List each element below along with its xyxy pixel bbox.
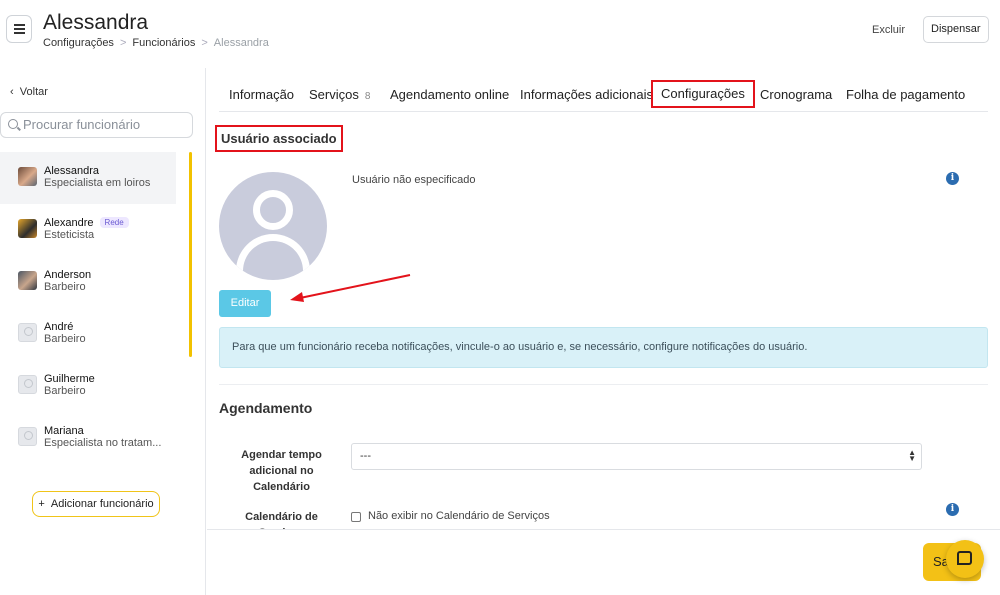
select-caret-icon: ▲ ▼ [908,448,916,463]
employee-name: Guilherme [44,373,95,385]
list-item[interactable]: Alessandra Especialista em loiros [0,152,176,204]
employee-sidebar: ‹ Voltar Procurar funcionário Alessandra… [0,68,206,595]
network-badge: Rede [99,217,129,228]
notification-alert: Para que um funcionário receba notificaç… [219,327,988,368]
employee-name: Alessandra [44,165,100,177]
chevron-left-icon: ‹ [10,86,14,98]
extra-time-value: --- [360,450,371,462]
delete-button[interactable]: Excluir [872,17,905,43]
employee-list: Alessandra Especialista em loiros Alexan… [0,152,190,464]
tab-services[interactable]: Serviços 8 [309,82,370,110]
list-item[interactable]: Guilherme Barbeiro [0,360,176,412]
user-status-text: Usuário não especificado [352,174,476,186]
avatar [18,219,37,238]
employee-role: Barbeiro [44,333,86,345]
search-icon [8,119,18,129]
search-input[interactable]: Procurar funcionário [0,112,193,138]
extra-time-label: Agendar tempo adicional no Calendário [241,449,322,493]
list-item[interactable]: Alexandre Rede Esteticista [0,204,176,256]
employee-name: André [44,321,74,333]
add-employee-button[interactable]: + Adicionar funcionário [32,491,160,517]
hide-calendar-label[interactable]: Não exibir no Calendário de Serviços [368,510,550,522]
employee-role: Especialista em loiros [44,177,151,189]
user-avatar-placeholder-icon [219,172,327,280]
employee-name: Anderson [44,269,92,281]
calendar-label: Calendário de Serviços [245,511,318,529]
tab-payroll[interactable]: Folha de pagamento [846,82,965,110]
back-link[interactable]: ‹ Voltar [10,86,48,98]
info-icon[interactable]: i [946,503,959,516]
plus-icon: + [38,498,45,510]
page-title: Alessandra [43,11,149,34]
employee-role: Esteticista [44,229,95,241]
employee-name-text: Alexandre [44,217,94,229]
avatar [18,167,37,186]
list-item[interactable]: André Barbeiro [0,308,176,360]
tab-schedule[interactable]: Cronograma [760,82,832,110]
scheduling-heading: Agendamento [219,400,313,416]
tab-bar: Informação Serviços 8 Agendamento online … [219,80,988,112]
avatar-placeholder-icon [18,427,37,446]
annotation-arrow-icon [290,274,411,302]
list-item[interactable]: Mariana Especialista no tratam... [0,412,176,464]
breadcrumb-settings[interactable]: Configurações [43,37,114,49]
top-bar: Alessandra Configurações > Funcionários > Al… [0,0,1000,68]
tab-settings[interactable]: Configurações [651,80,755,108]
avatar-placeholder-icon [18,375,37,394]
employee-role: Barbeiro [44,385,86,397]
employee-name: Alexandre Rede [44,217,129,229]
tab-information[interactable]: Informação [229,82,294,110]
employee-role: Especialista no tratam... [44,437,162,449]
tab-additional-info[interactable]: Informações adicionais [520,82,653,110]
breadcrumb: Configurações > Funcionários > Alessandra [43,37,269,49]
breadcrumb-current: Alessandra [213,37,269,49]
edit-button[interactable]: Editar [219,290,271,317]
list-item[interactable]: Anderson Barbeiro [0,256,176,308]
associated-user-heading: Usuário associado [215,125,343,152]
services-count: 8 [364,91,371,102]
tab-online-booking[interactable]: Agendamento online [390,82,509,110]
employee-role: Barbeiro [44,281,86,293]
breadcrumb-employees[interactable]: Funcionários [132,37,195,49]
info-icon[interactable]: i [946,172,959,185]
list-scrollbar[interactable] [189,152,192,357]
footer-bar [207,529,1000,595]
dismiss-button[interactable]: Dispensar [923,16,989,43]
hide-calendar-checkbox[interactable] [351,512,361,522]
chat-icon[interactable] [946,540,984,578]
avatar [18,271,37,290]
menu-icon[interactable] [6,15,32,43]
avatar-placeholder-icon [18,323,37,342]
extra-time-select[interactable]: --- ▲ ▼ [351,443,922,470]
employee-name: Mariana [44,425,84,437]
section-divider [219,384,988,385]
